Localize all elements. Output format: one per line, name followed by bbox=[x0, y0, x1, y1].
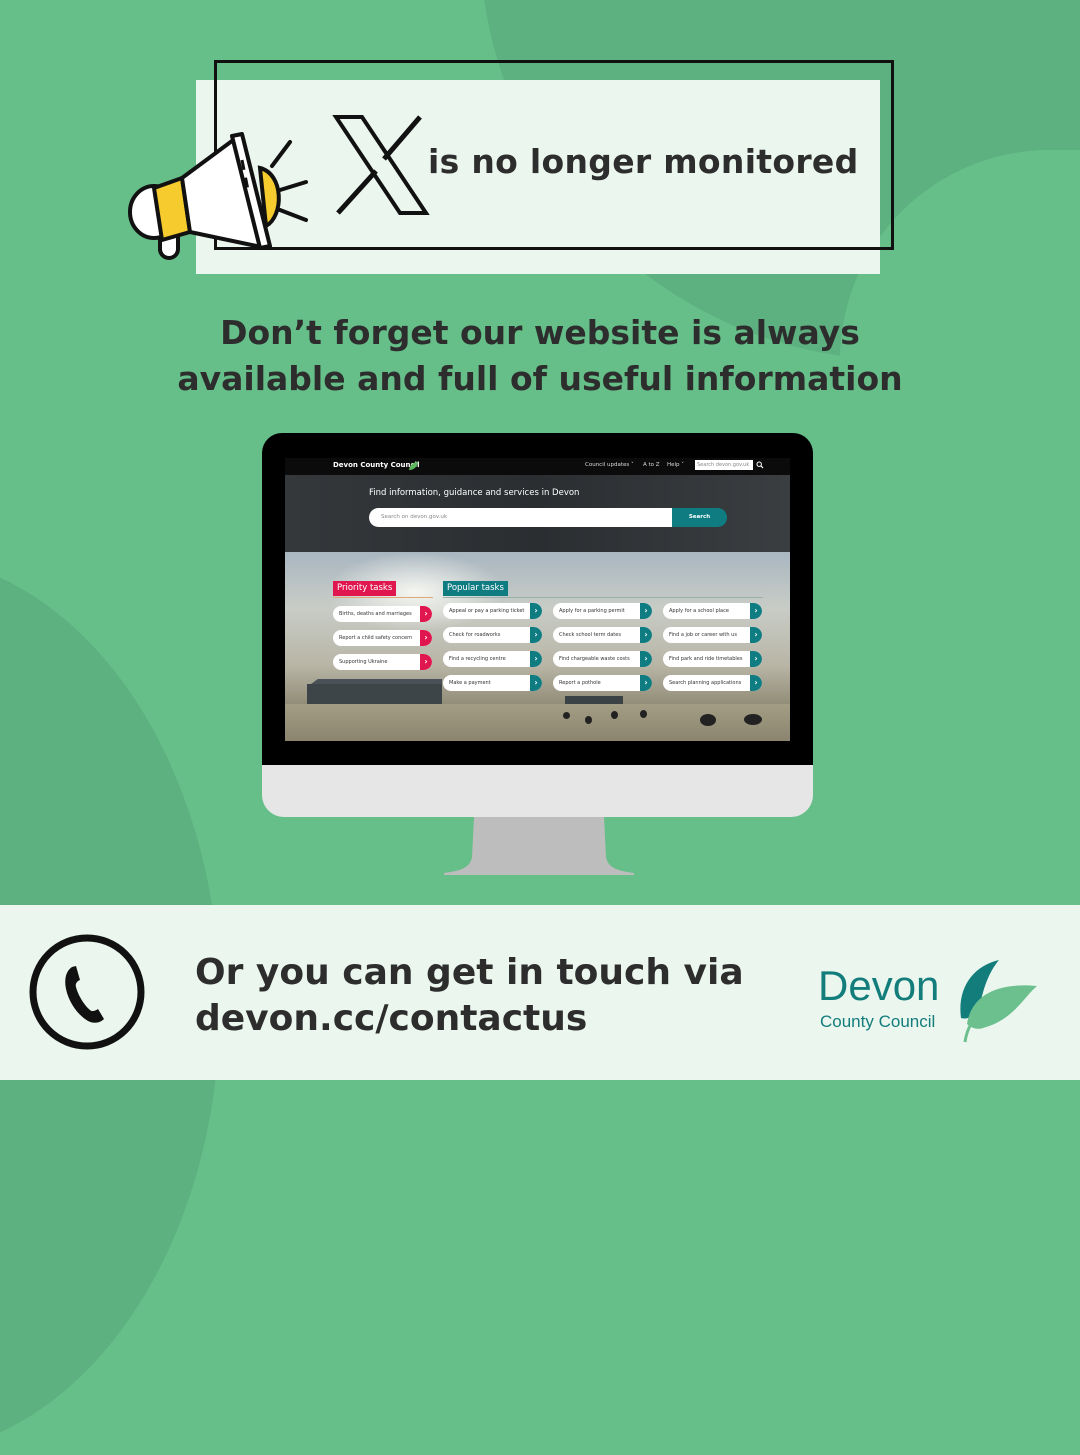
task-label: Check school term dates bbox=[559, 632, 621, 638]
nav-search-input[interactable]: Search devon.gov.uk bbox=[695, 460, 753, 470]
task-label: Report a pothole bbox=[559, 680, 601, 686]
task-label: Find chargeable waste costs bbox=[559, 656, 630, 662]
headline-text: is no longer monitored bbox=[428, 142, 859, 181]
task-link[interactable]: Search planning applications › bbox=[663, 675, 762, 691]
task-link[interactable]: Report a pothole › bbox=[553, 675, 652, 691]
task-link[interactable]: Supporting Ukraine › bbox=[333, 654, 432, 670]
devon-county-council-logo: Devon County Council bbox=[818, 960, 1043, 1047]
sheep bbox=[611, 711, 618, 719]
task-label: Make a payment bbox=[449, 680, 491, 686]
chevron-down-icon: ˅ bbox=[631, 462, 634, 468]
nav-help[interactable]: Help ˅ bbox=[667, 462, 684, 468]
sheep bbox=[585, 716, 592, 724]
nav-a-to-z[interactable]: A to Z bbox=[643, 462, 660, 468]
sheep bbox=[744, 714, 762, 725]
task-link[interactable]: Find park and ride timetables › bbox=[663, 651, 762, 667]
task-link[interactable]: Find a recycling centre › bbox=[443, 651, 542, 667]
task-link[interactable]: Appeal or pay a parking ticket › bbox=[443, 603, 542, 619]
task-label: Supporting Ukraine bbox=[339, 659, 388, 665]
priority-tasks-heading: Priority tasks bbox=[333, 581, 397, 596]
subheadline-line-2: available and full of useful information bbox=[177, 359, 903, 398]
footer-line-1: Or you can get in touch via bbox=[195, 952, 744, 993]
popular-tasks-heading: Popular tasks bbox=[443, 581, 508, 596]
task-label: Apply for a parking permit bbox=[559, 608, 625, 614]
task-link[interactable]: Births, deaths and marriages › bbox=[333, 606, 432, 622]
task-link[interactable]: Find a job or career with us › bbox=[663, 627, 762, 643]
task-label: Apply for a school place bbox=[669, 608, 729, 614]
megaphone-icon bbox=[128, 132, 308, 260]
task-label: Check for roadworks bbox=[449, 632, 501, 638]
task-label: Report a child safety concern bbox=[339, 635, 413, 641]
site-navbar: Devon County Council Council updates ˅ A… bbox=[285, 458, 790, 475]
phone-icon bbox=[29, 934, 145, 1050]
chevron-down-icon: ˅ bbox=[681, 462, 685, 468]
nav-council-updates-label: Council updates bbox=[585, 462, 630, 468]
site-brand[interactable]: Devon County Council bbox=[333, 461, 419, 469]
task-label: Find a recycling centre bbox=[449, 656, 506, 662]
footer-contact-text: Or you can get in touch via devon.cc/con… bbox=[195, 950, 744, 1042]
footer-contact-link[interactable]: devon.cc/contactus bbox=[195, 996, 744, 1042]
task-label: Find a job or career with us bbox=[669, 632, 737, 638]
task-label: Births, deaths and marriages bbox=[339, 611, 412, 617]
website-screenshot: Devon County Council Council updates ˅ A… bbox=[285, 458, 790, 741]
sheep bbox=[640, 710, 647, 718]
hero-search-input[interactable]: Search on devon.gov.uk bbox=[369, 508, 672, 527]
monitor-chin bbox=[262, 765, 813, 817]
task-link[interactable]: Check school term dates › bbox=[553, 627, 652, 643]
task-link[interactable]: Find chargeable waste costs › bbox=[553, 651, 652, 667]
logo-word-devon: Devon bbox=[818, 962, 940, 1009]
sheep bbox=[563, 712, 570, 719]
task-label: Search planning applications bbox=[669, 680, 742, 686]
hero-search-button[interactable]: Search bbox=[672, 508, 727, 527]
sheep bbox=[700, 714, 716, 726]
priority-tasks-underline bbox=[333, 597, 433, 598]
subheadline: Don’t forget our website is always avail… bbox=[0, 310, 1080, 402]
leaf-logo-icon bbox=[409, 462, 418, 470]
x-logo-icon bbox=[332, 115, 430, 215]
task-link[interactable]: Check for roadworks › bbox=[443, 627, 542, 643]
task-link[interactable]: Report a child safety concern › bbox=[333, 630, 432, 646]
nav-help-label: Help bbox=[667, 462, 680, 468]
logo-word-county-council: County Council bbox=[820, 1012, 936, 1031]
task-label: Appeal or pay a parking ticket bbox=[449, 608, 525, 614]
hero-title: Find information, guidance and services … bbox=[369, 488, 580, 498]
task-link[interactable]: Apply for a parking permit › bbox=[553, 603, 652, 619]
monitor-stand bbox=[444, 817, 634, 875]
search-icon[interactable] bbox=[756, 461, 764, 469]
nav-council-updates[interactable]: Council updates ˅ bbox=[585, 462, 634, 468]
task-link[interactable]: Apply for a school place › bbox=[663, 603, 762, 619]
popular-tasks-underline bbox=[443, 597, 763, 598]
leaf-logo-icon bbox=[960, 960, 1037, 1043]
task-link[interactable]: Make a payment › bbox=[443, 675, 542, 691]
site-hero: Find information, guidance and services … bbox=[285, 475, 790, 552]
subheadline-line-1: Don’t forget our website is always bbox=[220, 313, 860, 352]
task-label: Find park and ride timetables bbox=[669, 656, 743, 662]
